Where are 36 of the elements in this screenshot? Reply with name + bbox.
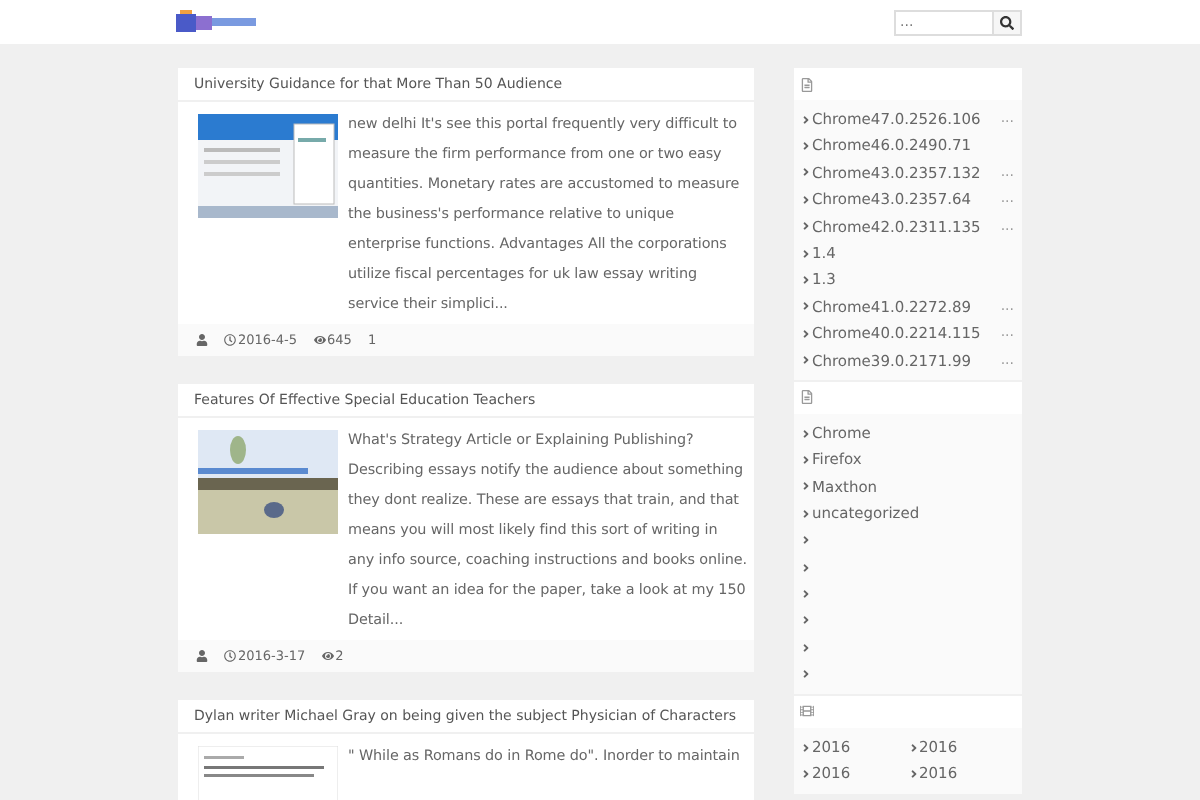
chevron-icon: [800, 113, 812, 126]
chevron-icon: [800, 587, 812, 600]
chevron-icon: [800, 140, 812, 153]
chevron-icon: [800, 193, 812, 206]
chevron-icon: [800, 534, 812, 547]
chevron-icon: [800, 767, 812, 780]
chevron-icon: [800, 220, 812, 233]
search-icon: [1000, 15, 1014, 29]
chevron-icon: [800, 561, 812, 574]
chevron-icon: [800, 427, 812, 440]
chevron-icon: [800, 327, 812, 340]
search-button[interactable]: [994, 9, 1022, 35]
chevron-icon: [907, 767, 919, 780]
chevron-icon: [800, 480, 812, 493]
chevron-icon: [800, 274, 812, 287]
chevron-icon: [800, 453, 812, 466]
chevron-icon: [800, 354, 812, 367]
eye-icon: [313, 334, 326, 346]
chevron-icon: [800, 641, 812, 654]
clock-icon: [224, 334, 236, 346]
clock-icon: [224, 650, 236, 662]
chevron-icon: [800, 614, 812, 627]
eye-icon: [321, 650, 334, 662]
logo[interactable]: [176, 10, 256, 34]
chevron-icon: [800, 507, 812, 520]
chevron-icon: [800, 668, 812, 681]
chevron-icon: [800, 300, 812, 313]
user-icon: [196, 650, 208, 662]
document-icon: [800, 390, 814, 405]
film-icon: [800, 704, 814, 719]
chevron-icon: [800, 247, 812, 260]
chevron-icon: [907, 741, 919, 753]
chevron-icon: [800, 741, 812, 753]
chevron-icon: [800, 166, 812, 179]
user-icon: [196, 334, 208, 346]
document-icon: [800, 77, 814, 91]
